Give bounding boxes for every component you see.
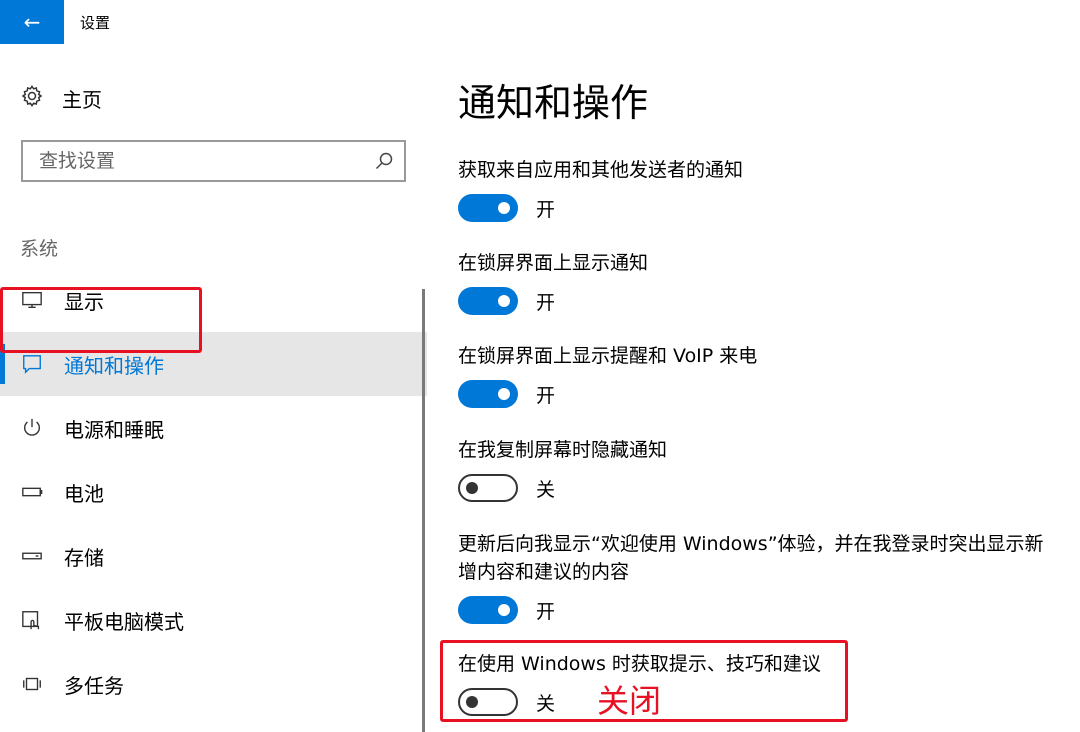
sidebar-item-power-sleep[interactable]: 电源和睡眠 <box>0 396 427 460</box>
back-button[interactable]: ← <box>0 0 64 44</box>
power-icon <box>20 416 44 440</box>
group-label-system: 系统 <box>20 238 59 260</box>
search-box[interactable] <box>21 140 406 182</box>
monitor-icon <box>20 288 44 312</box>
toggle-switch[interactable] <box>458 474 518 502</box>
toggle-switch[interactable] <box>458 287 518 315</box>
toggle-state-label: 开 <box>536 384 556 407</box>
toggle-knob <box>466 696 478 708</box>
toggle-knob <box>498 295 510 307</box>
search-input[interactable] <box>37 149 374 173</box>
toggle-knob <box>498 388 510 400</box>
back-arrow-icon: ← <box>23 10 41 34</box>
title-bar: ← 设置 <box>0 0 1080 44</box>
setting-label: 更新后向我显示“欢迎使用 Windows”体验，并在我登录时突出显示新增内容和建… <box>458 533 1044 583</box>
sidebar-item-label: 存储 <box>64 545 104 570</box>
toggle-switch[interactable] <box>458 380 518 408</box>
sidebar-item-label: 显示 <box>64 289 104 314</box>
toggle-knob <box>466 482 478 494</box>
setting-lockscreen-reminders: 在锁屏界面上显示提醒和 VoIP 来电 开 <box>458 342 1058 408</box>
home-label: 主页 <box>62 87 102 112</box>
multitask-icon <box>20 672 44 696</box>
sidebar-item-label: 平板电脑模式 <box>64 609 184 634</box>
sidebar-item-storage[interactable]: 存储 <box>0 524 427 588</box>
page-title: 通知和操作 <box>458 81 649 125</box>
sidebar-item-display[interactable]: 显示 <box>0 268 427 332</box>
toggle-state-label: 开 <box>536 600 556 623</box>
toggle-switch[interactable] <box>458 596 518 624</box>
main-content: 通知和操作 获取来自应用和其他发送者的通知 开 在锁屏界面上显示通知 开 在锁屏… <box>458 44 1068 732</box>
sidebar-item-multitasking[interactable]: 多任务 <box>0 652 427 716</box>
setting-tips-tricks: 在使用 Windows 时获取提示、技巧和建议 关 <box>458 650 1058 716</box>
sidebar-item-label: 多任务 <box>64 673 124 698</box>
sidebar-item-notifications[interactable]: 通知和操作 <box>0 332 427 396</box>
sidebar-scrollbar[interactable] <box>422 289 425 732</box>
setting-hide-when-duplicating: 在我复制屏幕时隐藏通知 关 <box>458 436 1058 502</box>
toggle-state-label: 关 <box>536 692 556 715</box>
storage-icon <box>20 544 44 568</box>
toggle-state-label: 开 <box>536 291 556 314</box>
window-title: 设置 <box>80 14 111 32</box>
toggle-knob <box>498 604 510 616</box>
sidebar-item-label: 通知和操作 <box>64 353 164 378</box>
battery-icon <box>20 480 44 504</box>
setting-welcome-experience: 更新后向我显示“欢迎使用 Windows”体验，并在我登录时突出显示新增内容和建… <box>458 530 1058 624</box>
toggle-knob <box>498 202 510 214</box>
setting-label: 在锁屏界面上显示提醒和 VoIP 来电 <box>458 345 758 367</box>
setting-lockscreen-notifications: 在锁屏界面上显示通知 开 <box>458 249 1058 315</box>
setting-app-notifications: 获取来自应用和其他发送者的通知 开 <box>458 156 1058 222</box>
tablet-mode-icon <box>20 608 44 632</box>
annotation-text: 关闭 <box>597 682 662 720</box>
sidebar-item-tablet-mode[interactable]: 平板电脑模式 <box>0 588 427 652</box>
setting-label: 在锁屏界面上显示通知 <box>458 252 649 274</box>
setting-label: 在使用 Windows 时获取提示、技巧和建议 <box>458 653 821 675</box>
message-icon <box>20 352 44 376</box>
toggle-state-label: 开 <box>536 198 556 221</box>
setting-label: 在我复制屏幕时隐藏通知 <box>458 439 668 461</box>
sidebar-item-label: 电源和睡眠 <box>64 417 164 442</box>
home-link[interactable]: 主页 <box>20 84 102 112</box>
sidebar-item-label: 电池 <box>64 481 104 506</box>
sidebar: 主页 系统 显示 通知和操作 <box>0 44 427 732</box>
toggle-state-label: 关 <box>536 478 556 501</box>
search-icon[interactable] <box>374 151 394 171</box>
toggle-switch[interactable] <box>458 194 518 222</box>
sidebar-item-battery[interactable]: 电池 <box>0 460 427 524</box>
gear-icon <box>20 84 44 113</box>
toggle-switch[interactable] <box>458 688 518 716</box>
setting-label: 获取来自应用和其他发送者的通知 <box>458 159 744 181</box>
